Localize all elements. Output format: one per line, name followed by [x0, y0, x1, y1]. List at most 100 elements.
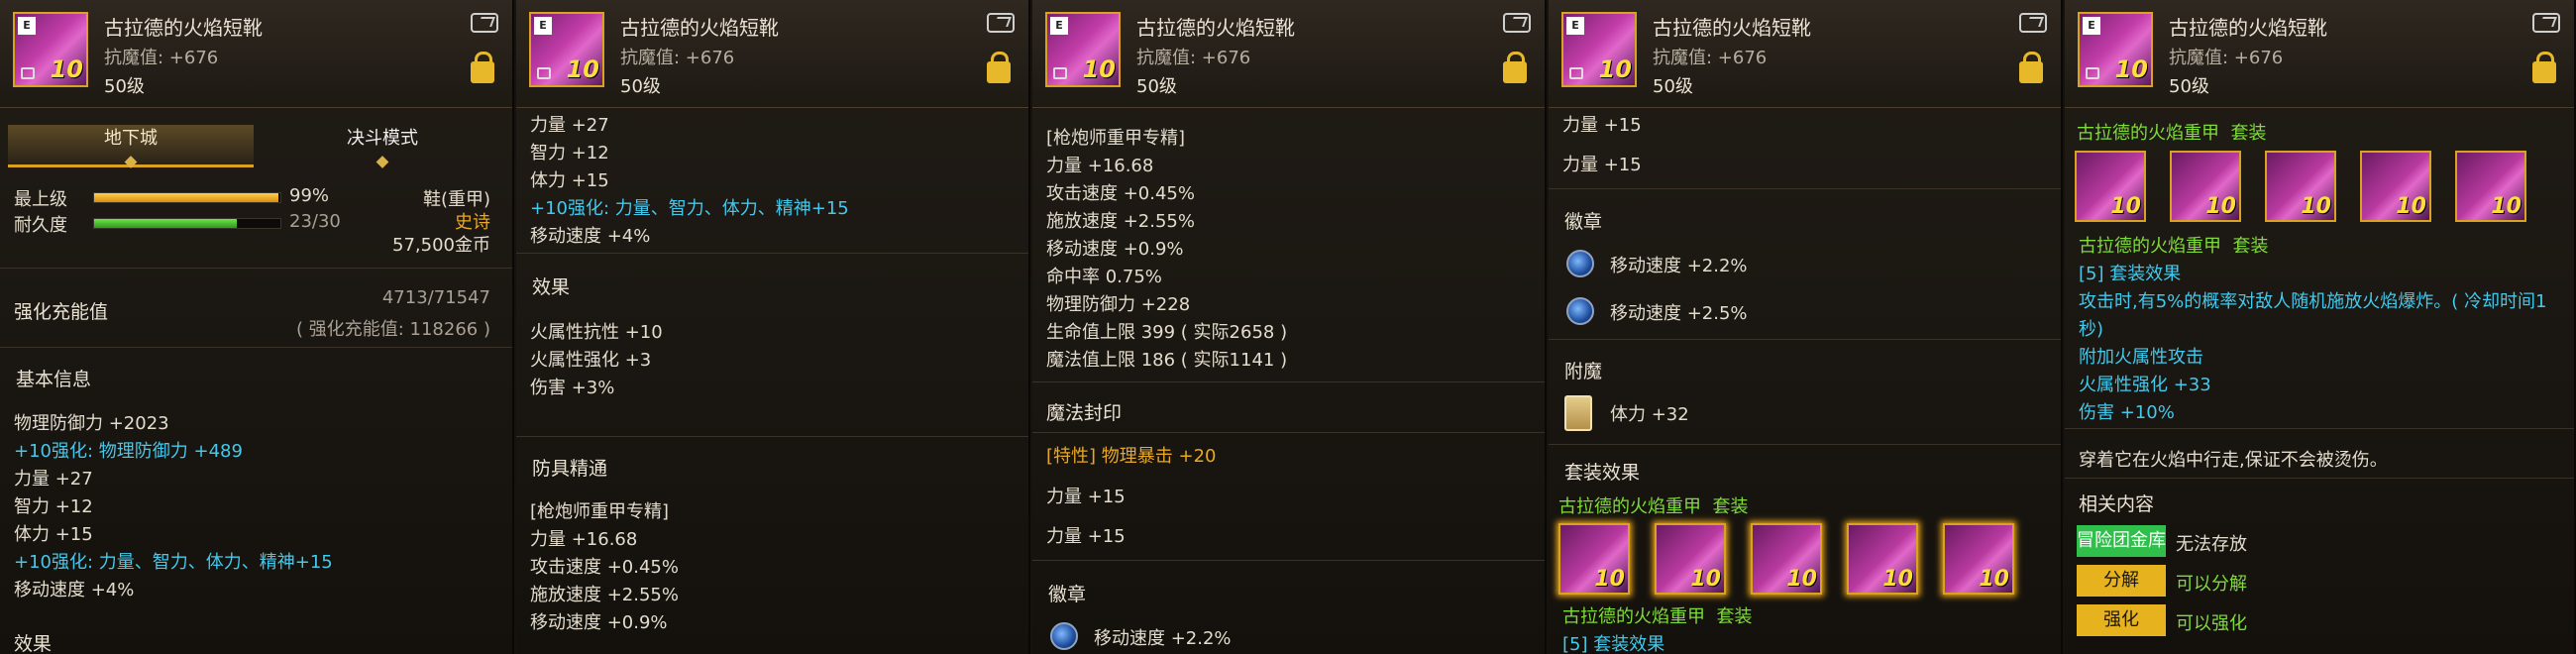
set-effect-title: [5] 套装效果: [1562, 634, 1665, 654]
share-icon[interactable]: [1503, 13, 1531, 33]
item-icon: E 10: [1561, 12, 1637, 87]
enhance-button[interactable]: 强化: [2077, 604, 2166, 636]
tab-duel[interactable]: 决斗模式: [260, 125, 505, 168]
adventure-bank-button[interactable]: 冒险团金库: [2077, 525, 2166, 557]
set-piece-icon[interactable]: 10: [2360, 151, 2431, 222]
stat-line: 力量 +27: [530, 115, 609, 136]
item-header: E 10 古拉德的火焰短靴 抗魔值: +676 50级: [2065, 0, 2574, 108]
set-piece-icon[interactable]: 10: [1558, 523, 1630, 595]
lock-icon[interactable]: [2019, 52, 2043, 83]
item-icon: E 10: [1045, 12, 1121, 87]
lock-small-icon: [1569, 67, 1583, 79]
stat-line: 智力 +12: [530, 143, 609, 164]
item-header: E 10 古拉德的火焰短靴 抗魔值: +676 50级: [516, 0, 1028, 108]
tab-diamond-icon: [376, 156, 389, 168]
set-piece-icon[interactable]: 10: [1847, 523, 1918, 595]
emblem-line: 移动速度 +2.2%: [1094, 628, 1232, 649]
emblem-orb-icon: [1050, 622, 1078, 650]
decompose-button[interactable]: 分解: [2077, 565, 2166, 597]
item-resist: 抗魔值: +676: [1136, 48, 1251, 68]
tooltip-panel-3: E 10 古拉德的火焰短靴 抗魔值: +676 50级 [枪炮师重甲专精] 力量 …: [1032, 0, 1547, 654]
set-piece-icon[interactable]: 10: [1655, 523, 1726, 595]
stat-line: 体力 +15: [530, 170, 609, 191]
emblem-line: 移动速度 +2.5%: [1610, 303, 1748, 324]
lock-icon[interactable]: [987, 52, 1011, 83]
set-name: 古拉德的火焰重甲 套装: [2077, 123, 2267, 144]
enhance-level-badge: 10: [50, 55, 83, 83]
tab-dungeon[interactable]: 地下城: [8, 125, 254, 168]
item-header: E 10 古拉德的火焰短靴 抗魔值: +676 50级: [1032, 0, 1545, 108]
bank-status: 无法存放: [2176, 534, 2247, 555]
lock-icon[interactable]: [1503, 52, 1527, 83]
stat-line: +10强化: 力量、智力、体力、精神+15: [530, 198, 849, 219]
set-name: 古拉德的火焰重甲 套装: [1558, 496, 1749, 517]
share-icon[interactable]: [2019, 13, 2047, 33]
grade-percent: 99%: [289, 185, 330, 206]
lock-icon[interactable]: [471, 52, 494, 83]
item-icon: E 10: [2078, 12, 2153, 87]
charge-note: ( 强化充能值: 118266 ): [296, 319, 490, 340]
item-level: 50级: [2169, 76, 2209, 97]
item-level: 50级: [104, 76, 145, 97]
mastery-line: 力量 +16.68: [530, 529, 638, 550]
share-icon[interactable]: [987, 13, 1015, 33]
charge-value: 4713/71547: [381, 287, 490, 308]
seal-trait: [特性] 物理暴击 +20: [1046, 446, 1217, 467]
enhance-level-badge: 10: [1082, 55, 1116, 83]
emblem-title: 徽章: [1048, 584, 1087, 605]
item-name: 古拉德的火焰短靴: [1653, 16, 1811, 40]
lock-icon[interactable]: [2532, 52, 2556, 83]
item-name: 古拉德的火焰短靴: [2169, 16, 2327, 40]
durability-value: 23/30: [289, 211, 341, 232]
durability-label: 耐久度: [14, 215, 67, 236]
lock-small-icon: [537, 67, 551, 79]
stat-line: 物理防御力 +2023: [14, 413, 169, 434]
related-title: 相关内容: [2079, 493, 2155, 515]
enhance-status: 可以强化: [2176, 613, 2247, 634]
grade-label: 最上级: [14, 189, 67, 210]
set-name-secondary: 古拉德的火焰重甲 套装: [1562, 606, 1753, 627]
set-piece-icon[interactable]: 10: [2170, 151, 2241, 222]
grade-tag-icon: E: [18, 17, 36, 35]
effect-line: 火属性抗性 +10: [530, 322, 663, 343]
item-level: 50级: [1136, 76, 1177, 97]
set-piece-icon[interactable]: 10: [1751, 523, 1822, 595]
enchant-line: 体力 +32: [1610, 404, 1689, 425]
share-icon[interactable]: [2532, 13, 2560, 33]
set-piece-icon[interactable]: 10: [2265, 151, 2336, 222]
item-icon: E 10: [529, 12, 604, 87]
item-name: 古拉德的火焰短靴: [104, 16, 263, 40]
share-icon[interactable]: [471, 13, 498, 33]
decompose-status: 可以分解: [2176, 574, 2247, 595]
stat-line: +10强化: 力量、智力、体力、精神+15: [14, 552, 333, 573]
grade-tag-icon: E: [2083, 17, 2100, 35]
stat-line: 移动速度 +4%: [530, 226, 651, 247]
enhance-level-badge: 10: [1598, 55, 1632, 83]
seal-line: 力量 +15: [1562, 115, 1642, 136]
emblem-orb-icon: [1566, 297, 1594, 325]
tab-diamond-icon: [124, 156, 138, 168]
mastery-sub: [枪炮师重甲专精]: [1046, 128, 1186, 149]
set-effect-line: 火属性强化 +33: [2079, 375, 2211, 395]
mastery-line: 命中率 0.75%: [1046, 267, 1162, 287]
grade-tag-icon: E: [1050, 17, 1068, 35]
item-price: 57,500金币: [392, 235, 490, 256]
seal-title: 魔法封印: [1046, 402, 1123, 424]
mastery-line: 移动速度 +0.9%: [1046, 239, 1184, 260]
effect-line: 火属性强化 +3: [530, 350, 652, 371]
effect-line: 伤害 +3%: [530, 378, 615, 398]
lock-small-icon: [2086, 67, 2099, 79]
mastery-line: 攻击速度 +0.45%: [1046, 183, 1195, 204]
emblem-line: 移动速度 +2.2%: [1610, 256, 1748, 276]
mastery-line: 施放速度 +2.55%: [530, 585, 679, 605]
set-piece-icon[interactable]: 10: [2075, 151, 2146, 222]
item-level: 50级: [1653, 76, 1693, 97]
emblem-orb-icon: [1566, 250, 1594, 277]
mastery-line: 力量 +16.68: [1046, 156, 1154, 176]
set-piece-icon[interactable]: 10: [2455, 151, 2526, 222]
effect-title: 效果: [14, 633, 53, 654]
stat-line: 体力 +15: [14, 524, 93, 545]
set-piece-icon[interactable]: 10: [1943, 523, 2014, 595]
effect-title: 效果: [532, 276, 571, 298]
basic-info-title: 基本信息: [16, 369, 92, 390]
